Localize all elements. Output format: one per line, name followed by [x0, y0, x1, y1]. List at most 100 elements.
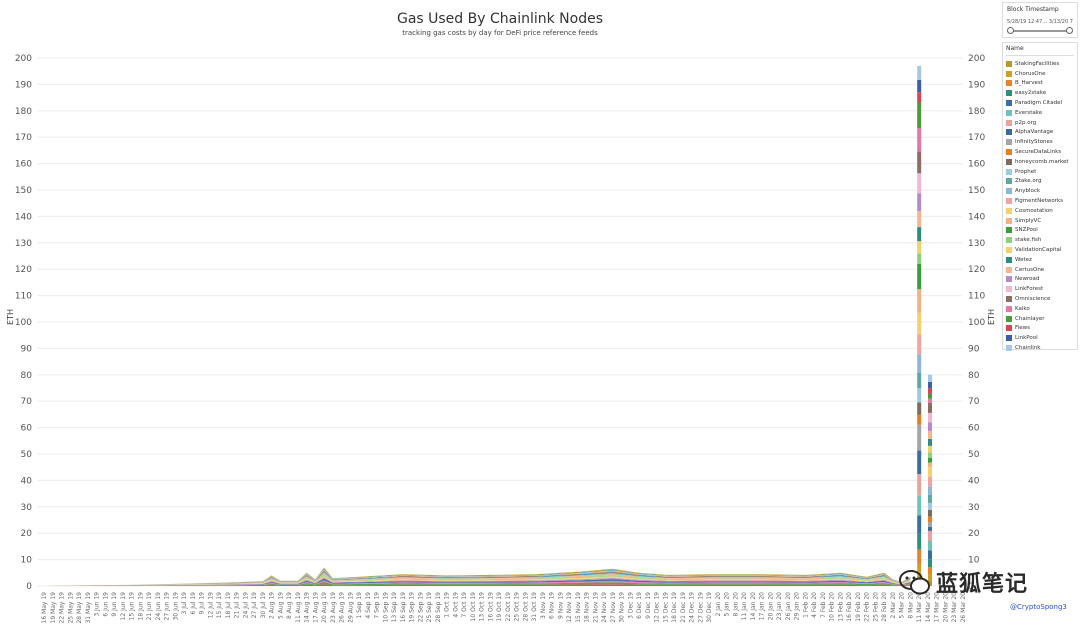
spike-segment [928, 446, 932, 453]
spike-segment [917, 549, 922, 564]
y-tick-label-left: 80 [21, 371, 33, 381]
spike-segment [917, 450, 922, 474]
legend-item[interactable]: SimplyVC [1006, 216, 1074, 226]
legend-item[interactable]: CertusOne [1006, 265, 1074, 275]
legend-item[interactable]: Anyblock [1006, 186, 1074, 196]
slider-start-handle[interactable] [1007, 27, 1014, 34]
x-tick-label: 19 Feb 20 [855, 592, 862, 622]
legend-item[interactable]: Chainlayer [1006, 314, 1074, 324]
x-tick-label: 14 Jan 20 [750, 592, 757, 621]
x-tick-label: 4 Oct 19 [452, 592, 459, 618]
y-tick-label-left: 120 [15, 265, 32, 275]
x-tick-label: 8 Jan 20 [732, 592, 739, 617]
spike-segment [917, 474, 922, 496]
spike-segment [917, 128, 922, 152]
spike-segment [928, 452, 932, 458]
legend-label: SNZPool [1015, 227, 1038, 234]
y-tick-label-right: 90 [968, 344, 980, 354]
x-tick-label: 6 Jun 19 [102, 592, 109, 617]
legend-label: Newroad [1015, 276, 1040, 283]
legend-item[interactable]: honeycomb.market [1006, 157, 1074, 167]
filter-range-text: 5/28/19 12:47… 3/13/20 7:11:… [1007, 19, 1073, 25]
spike-segment [917, 193, 922, 212]
x-tick-label: 18 Dec 19 [671, 592, 678, 623]
legend-label: AlphaVantage [1015, 129, 1054, 136]
legend-swatch [1006, 129, 1012, 136]
legend-item[interactable]: Fiews [1006, 324, 1074, 334]
legend-label: Omniscience [1015, 296, 1051, 303]
legend-item[interactable]: Cosmostation [1006, 206, 1074, 216]
wechat-icon [899, 570, 930, 595]
legend-item[interactable]: Wetez [1006, 255, 1074, 265]
chart-subtitle: tracking gas costs by day for DeFi price… [402, 29, 598, 37]
legend-item[interactable]: easy2stake [1006, 88, 1074, 98]
y-tick-label-left: 200 [15, 54, 32, 64]
y-tick-label-right: 110 [968, 292, 985, 302]
legend-item[interactable]: StakingFacilities [1006, 59, 1074, 69]
legend-swatch [1006, 109, 1012, 116]
legend-item[interactable]: Prophet [1006, 167, 1074, 177]
legend-item[interactable]: ChorusOne [1006, 69, 1074, 79]
legend-swatch [1006, 70, 1012, 77]
legend-label: honeycomb.market [1015, 158, 1069, 165]
x-tick-label: 20 Jan 20 [767, 592, 774, 621]
legend-item[interactable]: Chainlink [1006, 343, 1074, 353]
x-tick-label: 7 Sep 19 [374, 592, 381, 619]
x-tick-label: 28 Oct 19 [522, 592, 529, 622]
x-tick-label: 19 May 19 [50, 592, 57, 624]
legend-item[interactable]: InfinityStones [1006, 137, 1074, 147]
legend-item[interactable]: Omniscience [1006, 294, 1074, 304]
legend-item[interactable]: AlphaVantage [1006, 128, 1074, 138]
legend-swatch [1006, 90, 1012, 97]
x-tick-label: 15 Nov 19 [575, 592, 582, 623]
legend-label: Kaiko [1015, 305, 1030, 312]
y-tick-label-left: 10 [21, 556, 33, 566]
legend-label: FigmentNetworks [1015, 198, 1063, 205]
x-tick-label: 12 Dec 19 [654, 592, 661, 623]
y-tick-label-left: 0 [26, 582, 32, 592]
legend-item[interactable]: Kaiko [1006, 304, 1074, 314]
legend-item[interactable]: FigmentNetworks [1006, 196, 1074, 206]
spike-segment [928, 381, 932, 389]
legend-item[interactable]: B_Harvest [1006, 79, 1074, 89]
spike-segment [928, 516, 932, 522]
legend-item[interactable]: stake.fish [1006, 235, 1074, 245]
legend-item[interactable]: Everstake [1006, 108, 1074, 118]
legend-item[interactable]: SecureDataLinks [1006, 147, 1074, 157]
x-tick-label: 2 Aug 19 [269, 592, 276, 619]
x-tick-label: 23 Aug 19 [330, 592, 337, 623]
x-tick-label: 26 Aug 19 [339, 592, 346, 623]
legend-swatch [1006, 60, 1012, 67]
legend-item[interactable]: Paradigm Citadel [1006, 98, 1074, 108]
slider-end-handle[interactable] [1066, 27, 1073, 34]
spike-segment [928, 438, 932, 446]
legend-item[interactable]: Ztake.org [1006, 177, 1074, 187]
legend-label: ChorusOne [1015, 70, 1046, 77]
timestamp-slider[interactable] [1007, 27, 1073, 35]
y-tick-label-right: 100 [968, 318, 985, 328]
legend-item[interactable]: ValidationCapital [1006, 245, 1074, 255]
y-axis-label-right: ETH [987, 309, 996, 325]
legend-item[interactable]: LinkForest [1006, 284, 1074, 294]
y-tick-label-right: 70 [968, 397, 980, 407]
legend-item[interactable]: p2p.org [1006, 118, 1074, 128]
x-tick-label: 9 Jul 19 [199, 592, 206, 615]
timestamp-filter[interactable]: Block Timestamp 5/28/19 12:47… 3/13/20 7… [1002, 2, 1078, 38]
x-tick-label: 8 Aug 19 [286, 592, 293, 619]
y-axis-label-left: ETH [6, 309, 15, 325]
x-tick-label: 4 Feb 20 [811, 592, 818, 618]
credit-text: @CryptoSpong3 [1010, 603, 1067, 611]
legend-item[interactable]: Newroad [1006, 275, 1074, 285]
x-tick-label: 18 Nov 19 [584, 592, 591, 623]
spike-segment [917, 495, 922, 516]
legend-swatch [1006, 247, 1012, 254]
spike-segment [928, 393, 932, 399]
x-tick-label: 1 Feb 20 [802, 592, 809, 618]
legend: Name StakingFacilities ChorusOne B_Harvest… [1002, 42, 1078, 353]
legend-item[interactable]: LinkPool [1006, 333, 1074, 343]
x-tick-label: 6 Jul 19 [190, 592, 197, 615]
legend-item[interactable]: SNZPool [1006, 226, 1074, 236]
y-tick-label-left: 50 [21, 450, 33, 460]
spike-segment [928, 541, 932, 551]
legend-label: CertusOne [1015, 266, 1045, 273]
